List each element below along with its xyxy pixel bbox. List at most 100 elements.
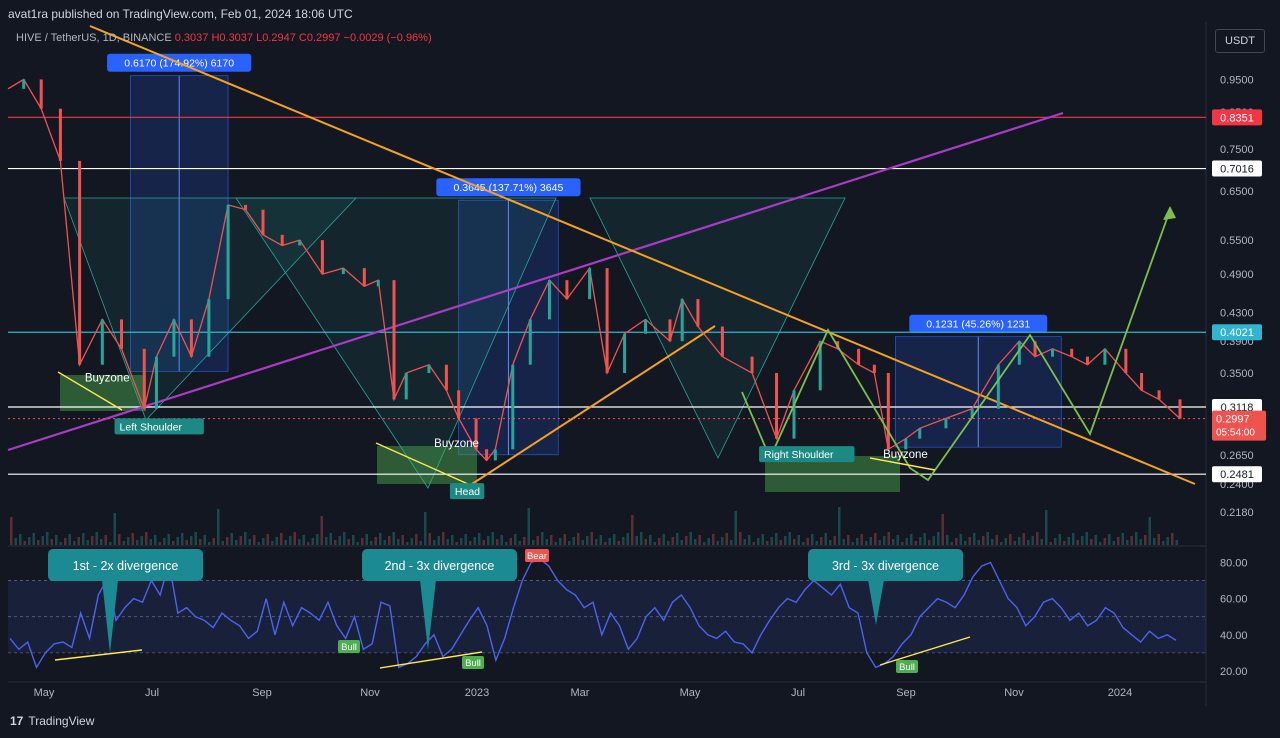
volume-bar [1148,517,1151,545]
volume-bar [253,535,256,545]
rsi-tick-label: 40.00 [1220,630,1248,642]
price-candle [944,418,948,429]
price-candle [457,390,461,419]
volume-bar [248,539,251,545]
volume-bar [977,540,980,545]
volume-bar [320,516,323,545]
time-tick-label: 2023 [465,687,489,699]
volume-bar [730,540,733,545]
volume-bar [559,538,562,545]
volume-bar [298,539,301,545]
volume-bar [824,533,827,545]
volume-bar [95,532,98,545]
volume-bar [217,509,220,545]
volume-bar [653,542,656,545]
volume-bar [311,538,314,545]
level-price-tag: 0.7016 [1220,164,1254,176]
volume-bar [829,540,832,545]
volume-bar [487,536,490,545]
volume-bar [50,539,53,545]
volume-bar [505,542,508,545]
price-candle [58,108,62,161]
volume-bar [1072,533,1075,545]
volume-bar [676,533,679,545]
volume-bar [941,514,944,545]
volume-bar [46,532,49,545]
volume-bar [419,541,422,545]
price-candle [39,79,43,109]
volume-bar [811,534,814,545]
volume-bar [131,533,134,545]
time-tick-label: Nov [1004,687,1024,699]
volume-bar [496,539,499,545]
volume-bar [473,537,476,545]
current-price-tag: 0.2997 [1216,414,1250,426]
volume-bar [518,541,521,545]
price-candle [404,373,408,400]
volume-bar [32,533,35,545]
volume-bar [878,540,881,545]
volume-bar [959,534,962,545]
volume-bar [568,541,571,545]
volume-bar [1013,541,1016,545]
tradingview-brand[interactable]: 17 TradingView [10,714,94,728]
price-candle [1140,373,1144,391]
volume-bar [361,538,364,545]
price-candle [142,348,146,409]
price-candle [918,428,922,439]
volume-bar [910,534,913,545]
price-candle [872,364,876,374]
volume-bar [955,538,958,545]
volume-bar [109,542,112,545]
volume-bar [937,532,940,545]
volume-bar [347,539,350,545]
pattern-label: Head [455,486,480,498]
volume-bar [986,532,989,545]
currency-button[interactable]: USDT [1215,29,1265,53]
price-candle [376,280,380,287]
volume-bar [212,538,215,545]
price-candle [22,79,26,89]
volume-bar [685,536,688,545]
volume-bar [64,538,67,545]
volume-bar [356,542,359,545]
volume-bar [1009,534,1012,545]
price-candle [1124,348,1128,374]
price-candle [78,160,82,365]
volume-bar [424,512,427,545]
volume-bar [140,536,143,545]
volume-bar [406,542,409,545]
volume-bar [775,533,778,545]
volume-bar [460,538,463,545]
pattern-label: Right Shoulder [764,449,834,461]
volume-bar [950,542,953,545]
price-tick-label: 0.6500 [1220,186,1254,198]
volume-bar [617,541,620,545]
volume-bar [595,539,598,545]
volume-bar [527,508,530,545]
volume-bar [482,540,485,545]
volume-bar [550,535,553,545]
brand-name: TradingView [28,714,95,728]
price-candle [588,268,592,300]
volume-bar [194,532,197,545]
volume-bar [203,535,206,545]
volume-bar [563,534,566,545]
volume-bar [806,538,809,545]
price-candle [485,449,489,461]
price-chart[interactable]: 0.95000.85000.75000.65000.55000.49000.43… [0,0,1280,738]
price-candle [696,299,700,327]
volume-bar [694,539,697,545]
volume-bar [1171,533,1174,545]
price-candle [189,319,193,357]
volume-bar [307,542,310,545]
symbol-name: HIVE / TetherUS, 1D, BINANCE [16,32,172,44]
volume-bar [68,534,71,545]
volume-bar [923,533,926,545]
level-price-tag: 0.8351 [1220,112,1254,124]
volume-bar [1027,540,1030,545]
volume-bar [442,532,445,545]
volume-bar [289,536,292,545]
volume-bar [1076,540,1079,545]
price-candle [362,268,366,287]
